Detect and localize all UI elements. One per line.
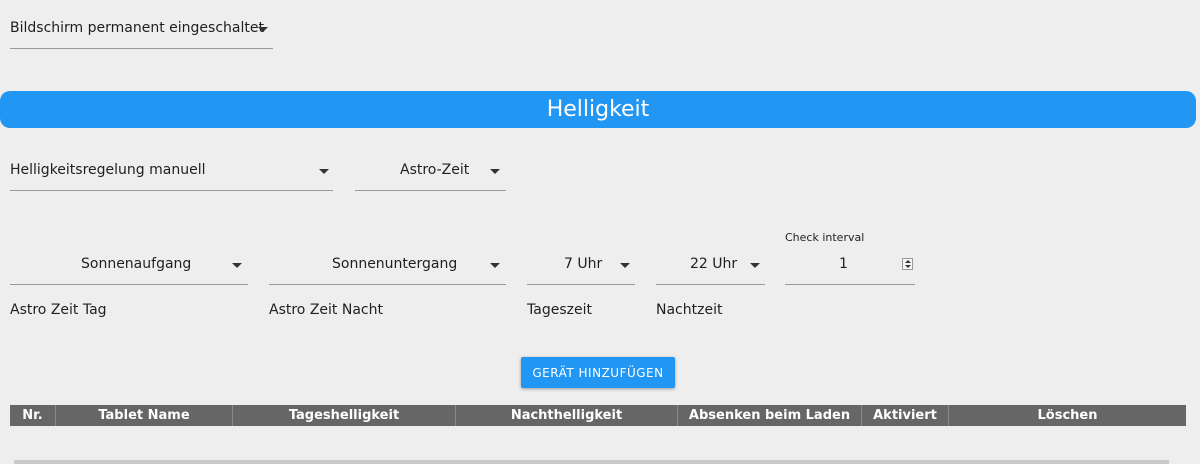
chevron-down-icon [319, 169, 329, 174]
section-title: Helligkeit [0, 91, 1196, 128]
column-header-tablet-name[interactable]: Tablet Name [56, 405, 233, 426]
daytime-value: 7 Uhr [564, 256, 603, 272]
daytime-select[interactable]: 7 Uhr [527, 256, 635, 285]
time-type-value: Astro-Zeit [400, 162, 470, 178]
astro-day-select[interactable]: Sonnenaufgang [10, 256, 248, 285]
chevron-down-icon [258, 27, 268, 32]
check-interval-value: 1 [839, 256, 848, 272]
stepper-up-icon[interactable] [905, 260, 911, 263]
nighttime-select[interactable]: 22 Uhr [656, 256, 765, 285]
astro-night-label: Astro Zeit Nacht [269, 302, 383, 318]
screen-mode-value: Bildschirm permanent eingeschaltet [10, 20, 264, 36]
chevron-down-icon [620, 263, 630, 268]
add-device-button[interactable]: GERÄT HINZUFÜGEN [521, 357, 675, 388]
screen-mode-select[interactable]: Bildschirm permanent eingeschaltet [10, 20, 273, 49]
brightness-mode-select[interactable]: Helligkeitsregelung manuell [10, 162, 333, 191]
stepper-down-icon[interactable] [905, 265, 911, 268]
column-header-day-brightness[interactable]: Tageshelligkeit [233, 405, 456, 426]
column-header-delete[interactable]: Löschen [949, 405, 1186, 426]
chevron-down-icon [490, 263, 500, 268]
check-interval-input[interactable]: 1 [785, 256, 915, 285]
daytime-label: Tageszeit [527, 302, 592, 318]
column-header-night-brightness[interactable]: Nachthelligkeit [456, 405, 678, 426]
astro-day-label: Astro Zeit Tag [10, 302, 107, 318]
horizontal-scrollbar[interactable] [14, 460, 1169, 464]
brightness-mode-value: Helligkeitsregelung manuell [10, 162, 206, 178]
nighttime-label: Nachtzeit [656, 302, 723, 318]
astro-night-select[interactable]: Sonnenuntergang [269, 256, 506, 285]
column-header-nr[interactable]: Nr. [10, 405, 56, 426]
chevron-down-icon [750, 263, 760, 268]
check-interval-label: Check interval [785, 231, 865, 244]
nighttime-value: 22 Uhr [690, 256, 738, 272]
astro-day-value: Sonnenaufgang [81, 256, 192, 272]
devices-table-header: Nr. Tablet Name Tageshelligkeit Nachthel… [10, 405, 1186, 426]
chevron-down-icon [232, 263, 242, 268]
astro-night-value: Sonnenuntergang [332, 256, 458, 272]
column-header-dim-while-charging[interactable]: Absenken beim Laden [678, 405, 862, 426]
column-header-active[interactable]: Aktiviert [862, 405, 949, 426]
time-type-select[interactable]: Astro-Zeit [355, 162, 506, 191]
chevron-down-icon [490, 169, 500, 174]
stepper-icon[interactable] [902, 258, 913, 270]
